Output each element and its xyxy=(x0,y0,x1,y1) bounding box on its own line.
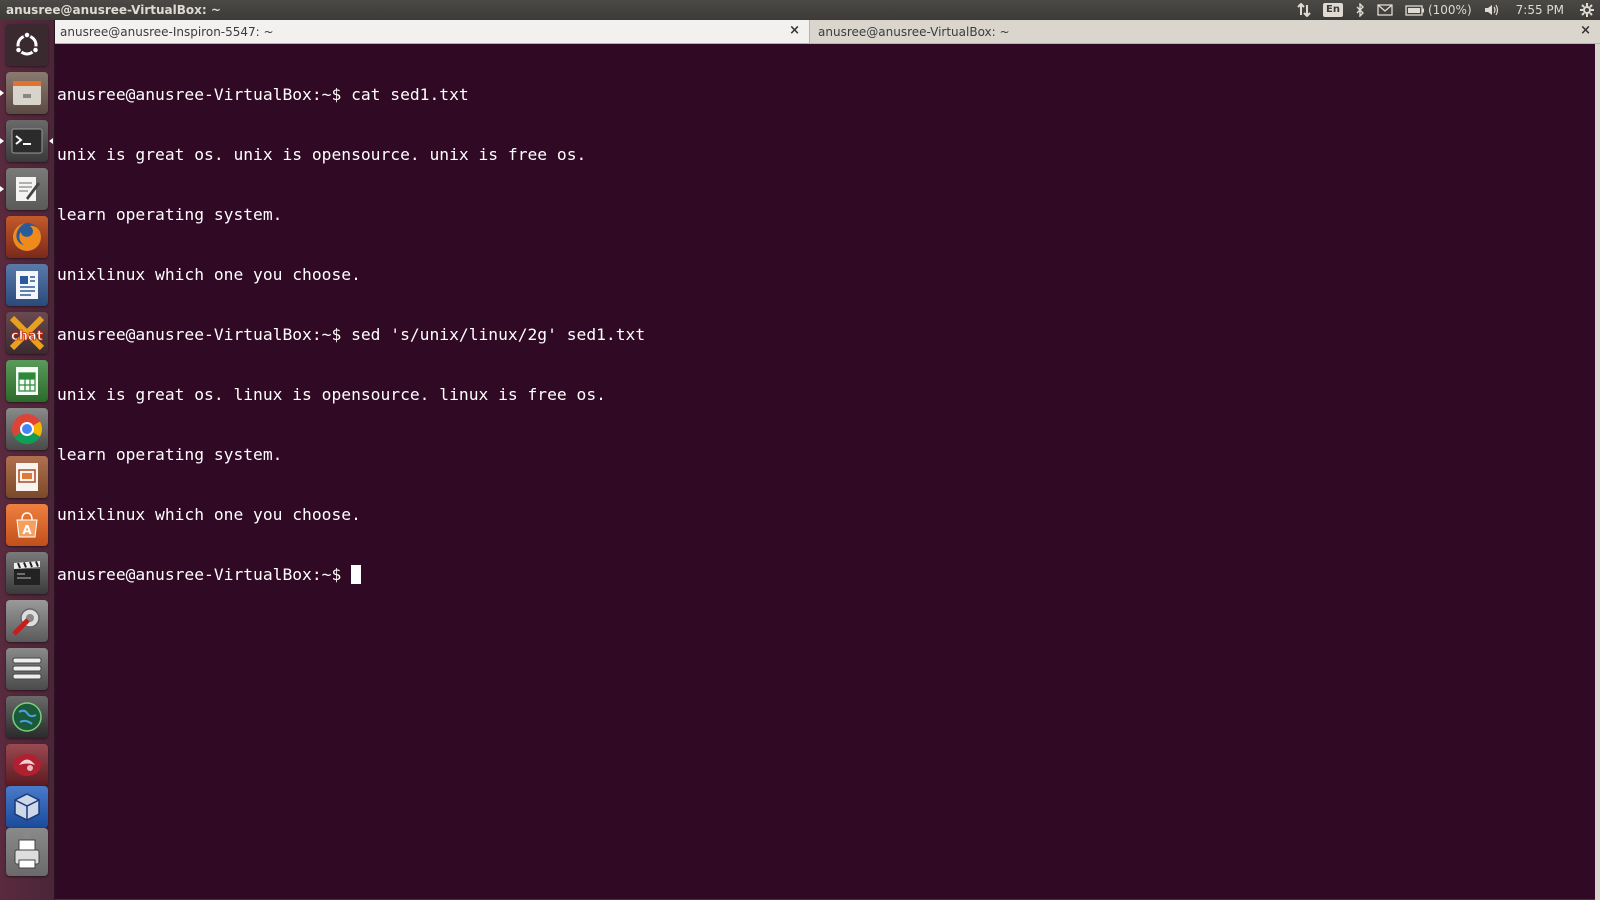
svg-text:A: A xyxy=(22,523,32,537)
system-tools-icon xyxy=(12,608,40,636)
launcher-item-globe[interactable] xyxy=(6,696,48,738)
launcher-item-virtualbox[interactable] xyxy=(6,786,48,828)
battery-indicator[interactable]: (100%) xyxy=(1399,0,1478,20)
tab-virtualbox[interactable]: anusree@anusree-VirtualBox: ~ × xyxy=(810,20,1600,43)
terminal-line: unix is great os. unix is opensource. un… xyxy=(57,145,587,164)
video-editor-icon xyxy=(14,561,40,585)
file-manager-icon xyxy=(13,81,41,105)
launcher-item-chrome[interactable] xyxy=(6,408,48,450)
mail-icon[interactable] xyxy=(1371,0,1399,20)
disk-stack-icon xyxy=(12,657,42,680)
tab-label: anusree@anusree-Inspiron-5547: ~ xyxy=(60,24,274,39)
tab-inspiron[interactable]: anusree@anusree-Inspiron-5547: ~ × xyxy=(55,20,810,43)
launcher-item-storage[interactable] xyxy=(6,648,48,690)
launcher-item-text-editor[interactable] xyxy=(6,168,48,210)
printer-icon xyxy=(14,833,40,869)
launcher-item-calc[interactable] xyxy=(6,360,48,402)
xchat-icon: chat xyxy=(9,316,45,350)
tab-label: anusree@anusree-VirtualBox: ~ xyxy=(818,24,1010,39)
terminal-text: anusree@anusree-VirtualBox:~$ cat sed1.t… xyxy=(57,45,645,625)
launcher-item-terminal[interactable] xyxy=(6,120,48,162)
bluetooth-icon[interactable] xyxy=(1349,0,1371,20)
terminal-line: learn operating system. xyxy=(57,205,283,224)
launcher-item-impress[interactable] xyxy=(6,456,48,498)
terminal-scrollbar[interactable] xyxy=(1595,44,1600,900)
launcher-item-system-settings[interactable] xyxy=(6,600,48,642)
launcher-item-firefox[interactable] xyxy=(6,216,48,258)
ubuntu-logo-icon xyxy=(14,31,40,56)
text-editor-icon xyxy=(16,177,40,201)
clock[interactable]: 7:55 PM xyxy=(1506,0,1574,20)
terminal-line: anusree@anusree-VirtualBox:~$ sed 's/uni… xyxy=(57,325,646,344)
indicator-area: En (100%) 7:55 PM xyxy=(1291,0,1600,20)
launcher-item-printer[interactable] xyxy=(6,828,48,876)
close-icon[interactable]: × xyxy=(1580,24,1591,38)
top-panel: anusree@anusree-VirtualBox: ~ En (100%) … xyxy=(0,0,1600,20)
writer-document-icon xyxy=(16,271,38,299)
language-label: En xyxy=(1323,3,1343,17)
terminal-prompt: anusree@anusree-VirtualBox:~$ xyxy=(57,565,352,584)
running-indicator xyxy=(0,138,4,144)
terminal-line: anusree@anusree-VirtualBox:~$ cat sed1.t… xyxy=(57,85,469,104)
spreadsheet-icon xyxy=(16,367,38,395)
session-gear-icon[interactable] xyxy=(1574,0,1600,20)
terminal-line: learn operating system. xyxy=(57,445,283,464)
launcher-item-video[interactable] xyxy=(6,552,48,594)
launcher-item-dash[interactable] xyxy=(6,24,48,66)
terminal-line: unix is great os. linux is opensource. l… xyxy=(57,385,606,404)
launcher-item-xchat[interactable]: chat xyxy=(6,312,48,354)
running-indicator xyxy=(0,90,4,96)
keyboard-language-indicator[interactable]: En xyxy=(1317,0,1349,20)
terminal-line: unixlinux which one you choose. xyxy=(57,265,361,284)
close-icon[interactable]: × xyxy=(789,24,800,38)
terminal-tab-bar: anusree@anusree-Inspiron-5547: ~ × anusr… xyxy=(55,20,1600,44)
wine-icon xyxy=(13,754,41,776)
presentation-icon xyxy=(16,463,38,491)
virtualbox-icon xyxy=(14,793,40,821)
svg-text:chat: chat xyxy=(11,329,43,344)
software-center-icon: A xyxy=(16,512,38,538)
window-title: anusree@anusree-VirtualBox: ~ xyxy=(6,3,221,17)
launcher: chat A xyxy=(0,20,55,900)
terminal-output[interactable]: anusree@anusree-VirtualBox:~$ cat sed1.t… xyxy=(55,44,1595,899)
launcher-item-files[interactable] xyxy=(6,72,48,114)
text-cursor xyxy=(351,565,362,584)
active-indicator xyxy=(49,138,53,144)
battery-percent: (100%) xyxy=(1427,3,1472,17)
battery-icon xyxy=(1405,4,1424,16)
chrome-icon xyxy=(12,414,43,445)
network-icon[interactable] xyxy=(1291,0,1317,20)
globe-icon xyxy=(12,702,42,732)
terminal-icon xyxy=(11,128,43,154)
terminal-prompt-line[interactable]: anusree@anusree-VirtualBox:~$ xyxy=(57,565,645,585)
running-indicator xyxy=(0,186,4,192)
launcher-item-wine[interactable] xyxy=(6,744,48,786)
terminal-line: unixlinux which one you choose. xyxy=(57,505,361,524)
firefox-icon xyxy=(13,223,41,251)
launcher-item-writer[interactable] xyxy=(6,264,48,306)
launcher-item-software-center[interactable]: A xyxy=(6,504,48,546)
volume-icon[interactable] xyxy=(1478,0,1506,20)
